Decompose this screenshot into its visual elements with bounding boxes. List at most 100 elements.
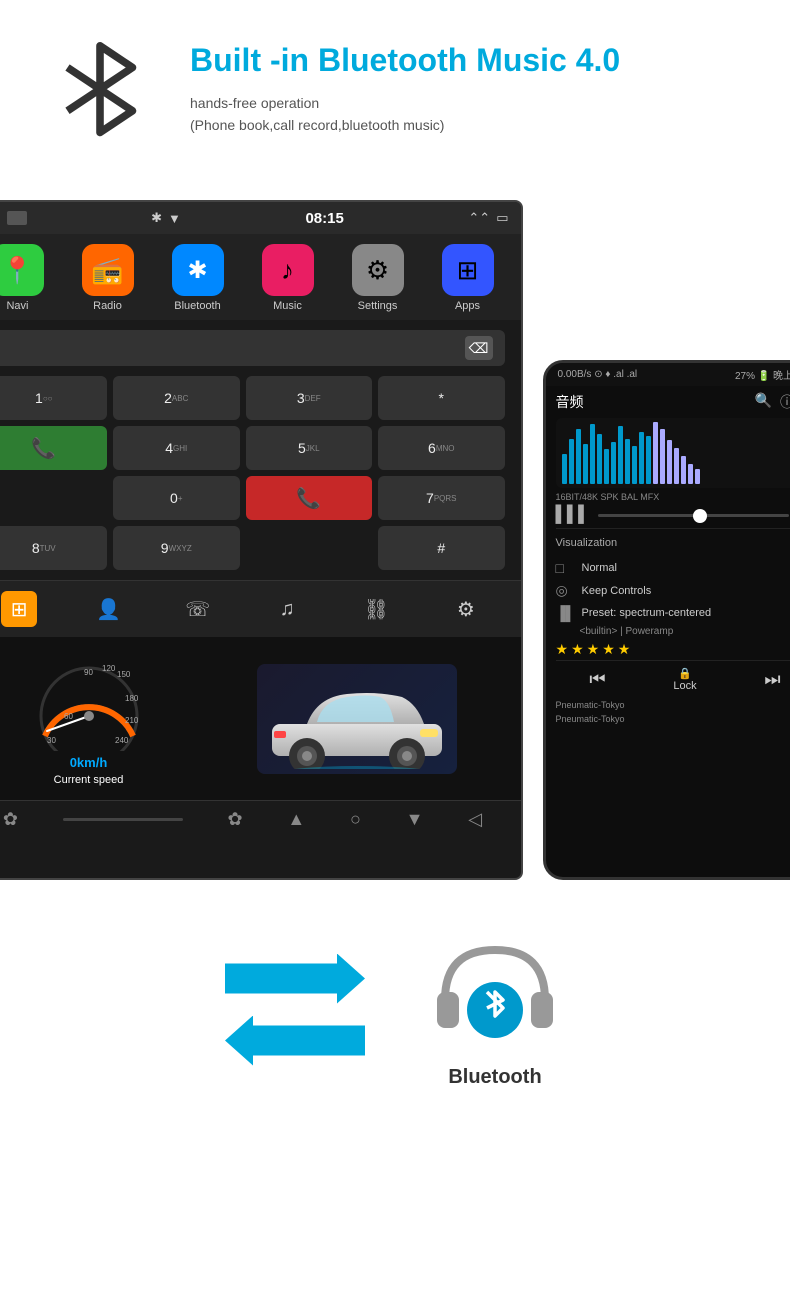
eq-label: 16BIT/48K SPK BAL MFX <box>556 492 790 502</box>
top-text: Built -in Bluetooth Music 4.0 hands-free… <box>190 30 750 136</box>
lock-icon: 🔒 <box>678 667 692 680</box>
viz-preset-icon: ▐▌ <box>556 605 576 621</box>
eq-bar-20 <box>695 469 700 484</box>
eq-bar-18 <box>681 456 686 484</box>
app-radio[interactable]: 📻 Radio <box>73 244 143 312</box>
key-7[interactable]: 7PQRS <box>378 476 505 520</box>
nav-settings[interactable]: ⚙ <box>448 591 484 627</box>
apps-icon: ⊞ <box>442 244 494 296</box>
phone-battery: 27% 🔋 晚上8:33 <box>735 367 790 382</box>
search-icon[interactable]: 🔍 <box>755 392 772 412</box>
nav-contacts[interactable]: 👤 <box>90 591 126 627</box>
player-controls: ⏮ 🔒 Lock ⏭ <box>556 660 790 698</box>
eq-bar-6 <box>597 434 602 484</box>
preamp-slider[interactable] <box>598 514 790 517</box>
settings-label: Settings <box>358 300 398 312</box>
viz-keep-label: Keep Controls <box>582 585 652 597</box>
end-call-button[interactable]: 📞 <box>246 476 373 520</box>
info-icon[interactable]: ⓘ <box>780 392 790 412</box>
svg-text:150: 150 <box>117 670 131 679</box>
screen-section: ◀ ✱ ▼ 08:15 ⌃⌃ ▭ 📍 Navi 📻 Radio <box>0 200 790 880</box>
svg-text:240: 240 <box>115 736 129 745</box>
radio-label: Radio <box>93 300 122 312</box>
navi-icon: 📍 <box>0 244 44 296</box>
song-info-1: Pneumatic-Tokyo <box>556 698 790 712</box>
next-button[interactable]: ⏭ <box>764 669 780 690</box>
call-button[interactable]: 📞 <box>0 426 107 470</box>
app-music[interactable]: ♪ Music <box>253 244 323 312</box>
nav-music[interactable]: ♫ <box>269 591 305 627</box>
eq-bars-icon[interactable]: ▌▌▌ <box>556 506 590 524</box>
ac-back-icon[interactable]: ◁ <box>468 809 482 830</box>
viz-option-normal: □ Normal <box>556 557 790 579</box>
fan-left-icon[interactable]: ✿ <box>3 809 18 830</box>
ac-circle-icon[interactable]: ○ <box>350 809 361 830</box>
key-0[interactable]: 0+ <box>113 476 240 520</box>
dial-input[interactable]: ⌫ <box>0 330 505 366</box>
star-3: ★ <box>587 641 600 658</box>
nav-link[interactable]: ⛓ <box>358 591 394 627</box>
bluetooth-icon-large <box>40 30 160 170</box>
key-5[interactable]: 5JKL <box>246 426 373 470</box>
dashboard: 30 60 90 120 150 180 210 240 0km/h Curre… <box>0 637 521 800</box>
ac-down-arrow[interactable]: ▼ <box>406 809 424 830</box>
eq-bar-14 <box>653 422 658 484</box>
nav-phone[interactable]: ☏ <box>180 591 216 627</box>
viz-title: Visualization <box>556 537 618 549</box>
ac-up-arrow[interactable]: ▲ <box>287 809 305 830</box>
fan-right-icon[interactable]: ✿ <box>228 809 243 830</box>
menu-icon <box>7 211 27 225</box>
key-4[interactable]: 4GHI <box>113 426 240 470</box>
viz-normal-icon: □ <box>556 560 576 576</box>
nav-home[interactable]: ⊞ <box>1 591 37 627</box>
dialpad-section: ⌫ 1○○ 2ABC 3DEF * 📞 4GHI 5JKL 6MNO 0+ 📞 … <box>0 320 521 580</box>
speedometer-gauge: 30 60 90 120 150 180 210 240 <box>29 651 149 751</box>
top-section: Built -in Bluetooth Music 4.0 hands-free… <box>0 0 790 190</box>
eq-bar-4 <box>583 444 588 484</box>
prev-button[interactable]: ⏮ <box>589 669 605 690</box>
car-illustration <box>262 669 452 769</box>
app-apps[interactable]: ⊞ Apps <box>433 244 503 312</box>
speedometer: 30 60 90 120 150 180 210 240 0km/h Curre… <box>29 651 149 786</box>
bluetooth-label: Bluetooth <box>448 1066 541 1089</box>
radio-icon: 📻 <box>82 244 134 296</box>
status-right-icons: ⌃⌃ ▭ <box>468 210 508 226</box>
main-title: Built -in Bluetooth Music 4.0 <box>190 40 750 82</box>
app-navi[interactable]: 📍 Navi <box>0 244 53 312</box>
viz-keep-icon: ◎ <box>556 582 576 599</box>
key-3[interactable]: 3DEF <box>246 376 373 420</box>
key-9[interactable]: 9WXYZ <box>113 526 240 570</box>
svg-text:120: 120 <box>102 664 116 673</box>
key-hash[interactable]: # <box>378 526 505 570</box>
viz-normal-label: Normal <box>582 562 617 574</box>
delete-button[interactable]: ⌫ <box>465 336 493 360</box>
bluetooth-status-icon: ✱ <box>151 210 162 226</box>
arrow-left <box>225 1016 365 1066</box>
car-screen: ◀ ✱ ▼ 08:15 ⌃⌃ ▭ 📍 Navi 📻 Radio <box>0 200 523 880</box>
eq-controls: ▌▌▌ 📷 <box>556 506 790 524</box>
lock-button[interactable]: 🔒 Lock <box>673 667 696 692</box>
eq-bar-16 <box>667 440 672 484</box>
battery-icon: ▭ <box>496 210 508 226</box>
arrow-right <box>225 954 365 1004</box>
app-bluetooth[interactable]: ✱ Bluetooth <box>163 244 233 312</box>
eq-bar-8 <box>611 442 616 484</box>
bottom-section: Bluetooth <box>0 900 790 1119</box>
eq-bar-3 <box>576 429 581 484</box>
phone-title-row: 音频 🔍 ⓘ ⚙ <box>556 392 790 412</box>
ac-slider-left[interactable] <box>63 818 183 821</box>
key-8[interactable]: 8TUV <box>0 526 107 570</box>
svg-text:90: 90 <box>84 668 93 677</box>
key-star[interactable]: * <box>378 376 505 420</box>
headphone-bluetooth-icon <box>425 930 565 1060</box>
viz-option-preset: ▐▌ Preset: spectrum-centered <box>556 602 790 624</box>
star-4: ★ <box>602 641 615 658</box>
key-2[interactable]: 2ABC <box>113 376 240 420</box>
star-1: ★ <box>556 641 569 658</box>
app-settings[interactable]: ⚙ Settings <box>343 244 413 312</box>
key-1[interactable]: 1○○ <box>0 376 107 420</box>
key-6[interactable]: 6MNO <box>378 426 505 470</box>
viz-sub-label: <builtin> | Poweramp <box>556 624 790 639</box>
eq-bar-12 <box>639 432 644 484</box>
phone-data-speed: 0.00B/s ⊙ ♦ .al .al <box>558 369 638 380</box>
